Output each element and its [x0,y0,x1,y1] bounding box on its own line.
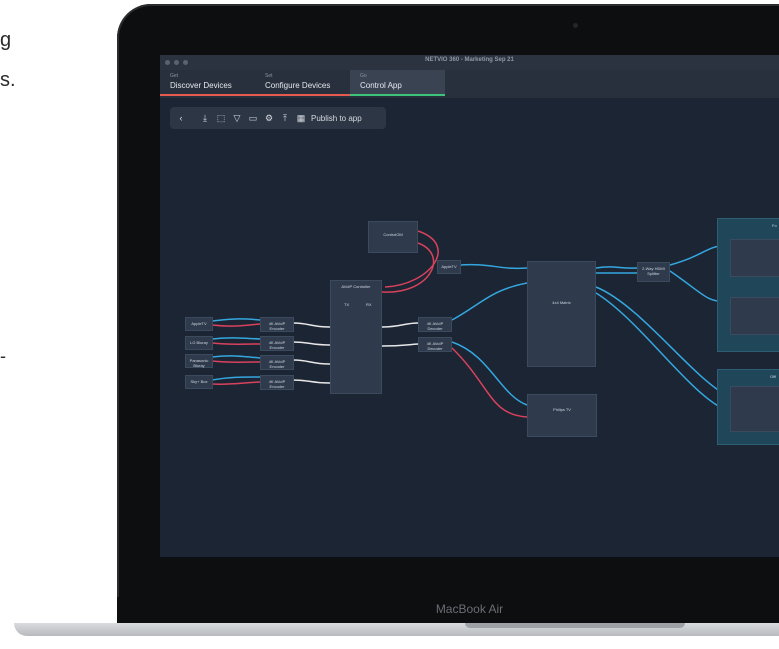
group-label: Fo [772,223,777,228]
wire [595,292,727,411]
device-node-appletv[interactable]: AppleTV [185,317,213,331]
node-label: 4K AVoIP Encoder [268,340,286,350]
laptop-notch [465,623,685,628]
room-group-2[interactable]: Offi [717,369,779,445]
device-node-panasonic-bluray[interactable]: Panasonic Bluray [185,354,213,368]
device-node-avoip-controller[interactable]: AVoIP Controller TX RX [330,280,382,394]
device-node-decoder[interactable]: 4K AVoIP Decoder [418,317,452,332]
device-node-4x4-matrix[interactable]: 4x4 Matrix [527,261,596,367]
wire [595,286,727,396]
tx-label: TX [344,302,350,307]
device-node-encoder[interactable]: 4K AVoIP Encoder [260,336,294,351]
wire [211,318,261,322]
marketing-text-fragment-3: - [0,346,6,366]
rx-label: RX [366,302,372,307]
node-label: LG Bluray [190,340,208,345]
device-brand: MacBook Air [435,602,504,616]
wire [459,263,528,270]
device-node-control[interactable]: ControlOM [368,221,418,253]
group-device-philips[interactable] [730,297,779,335]
node-label: AppleTV [191,321,207,326]
device-node-hdmi-splitter[interactable]: 2-Way HDMI Splitter [637,262,670,282]
group-device-display[interactable] [730,386,779,432]
wire [292,341,331,346]
node-label: Panasonic Bluray [189,358,209,368]
wire [451,282,528,321]
room-group-1[interactable]: Fo [717,218,779,352]
wire [211,355,261,359]
device-node-decoder[interactable]: 4K AVoIP Decoder [418,337,452,352]
wire [292,379,331,384]
wire [211,381,261,385]
device-node-philips-tv[interactable]: Philips TV [527,394,597,437]
app-window: NETVIO 360 - Marketing Sep 21 Get Discov… [160,55,779,557]
node-label: 4K AVoIP Decoder [426,321,444,331]
node-label: 4K AVoIP Encoder [268,359,286,369]
marketing-text-fragment-1: g [0,29,12,51]
node-label: Sky+ Box [190,379,208,384]
group-label: Offi [770,374,777,379]
wire [211,337,261,340]
device-node-sky-box[interactable]: Sky+ Box [185,375,213,389]
wire [211,342,261,345]
wire [211,376,261,381]
group-device-philips[interactable] [730,239,779,277]
node-label: 4K AVoIP Decoder [426,341,444,351]
node-label: 4K AVoIP Encoder [268,379,286,389]
wire [211,323,261,327]
wire [381,343,419,347]
wiring-canvas [211,230,727,418]
wire [292,359,331,365]
marketing-text-fragment-2: s. [0,69,16,91]
node-label: 2-Way HDMI Splitter [642,266,665,276]
node-label: 4K AVoIP Encoder [268,321,286,331]
wire [211,360,261,363]
node-label: Philips TV [553,407,571,412]
node-label: AppleTV [441,264,457,269]
device-node-appletv-2[interactable]: AppleTV [437,260,461,274]
camera-icon [573,23,578,28]
node-label: AVoIP Controller [341,284,371,289]
device-node-encoder[interactable]: 4K AVoIP Encoder [260,375,294,390]
wire [292,322,331,328]
device-node-encoder[interactable]: 4K AVoIP Encoder [260,317,294,332]
device-node-lg-bluray[interactable]: LG Bluray [185,336,213,350]
wire [451,347,528,418]
node-label: ControlOM [383,232,403,237]
node-label: 4x4 Matrix [552,300,571,305]
device-node-encoder[interactable]: 4K AVoIP Encoder [260,355,294,370]
wire [381,322,419,328]
wire [595,266,638,269]
